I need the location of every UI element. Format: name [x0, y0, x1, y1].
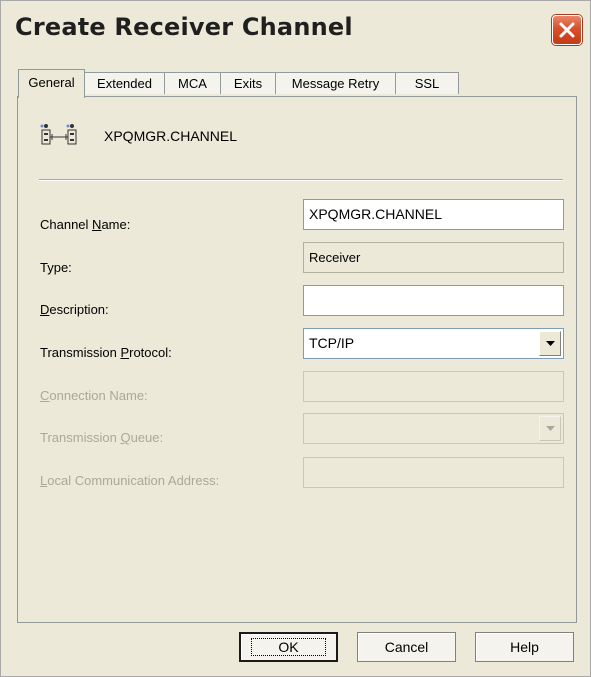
tab-exits[interactable]: Exits — [220, 72, 276, 94]
chevron-down-icon — [546, 426, 555, 431]
transmission-protocol-select[interactable]: TCP/IP — [303, 328, 564, 359]
channel-icon — [40, 124, 77, 145]
local-communication-address-field — [303, 457, 564, 488]
local-communication-address-label: Local Communication Address: — [40, 473, 220, 488]
close-button[interactable] — [552, 15, 582, 45]
connection-name-label: Connection Name: — [40, 388, 148, 403]
window-title: Create Receiver Channel — [15, 13, 353, 41]
connection-name-field — [303, 371, 564, 402]
description-field[interactable] — [303, 285, 564, 316]
type-label: Type: — [40, 260, 72, 275]
type-field: Receiver — [303, 242, 564, 273]
dialog-window: Create Receiver Channel General Extended… — [0, 0, 591, 677]
divider — [39, 179, 563, 181]
transmission-queue-select — [303, 413, 564, 444]
transmission-protocol-dropdown-button[interactable] — [539, 331, 561, 356]
channel-name-field[interactable]: XPQMGR.CHANNEL — [303, 199, 564, 230]
transmission-queue-dropdown-button — [539, 416, 561, 441]
description-label: Description: — [40, 302, 109, 317]
title-bar[interactable]: Create Receiver Channel — [1, 1, 590, 59]
tab-extended[interactable]: Extended — [84, 72, 165, 94]
cancel-button[interactable]: Cancel — [357, 632, 456, 662]
channel-name-label: Channel Name: — [40, 217, 131, 232]
transmission-protocol-label: Transmission Protocol: — [40, 345, 172, 360]
chevron-down-icon — [546, 341, 555, 346]
tab-general[interactable]: General — [18, 69, 85, 98]
help-button[interactable]: Help — [475, 632, 574, 662]
tab-ssl[interactable]: SSL — [395, 72, 459, 94]
transmission-queue-label: Transmission Queue: — [40, 430, 164, 445]
tab-mca[interactable]: MCA — [164, 72, 221, 94]
channel-header-name: XPQMGR.CHANNEL — [104, 128, 238, 144]
tab-message-retry[interactable]: Message Retry — [275, 72, 396, 94]
close-icon — [559, 22, 575, 38]
ok-button[interactable]: OK — [239, 632, 338, 662]
transmission-protocol-value: TCP/IP — [309, 335, 355, 351]
